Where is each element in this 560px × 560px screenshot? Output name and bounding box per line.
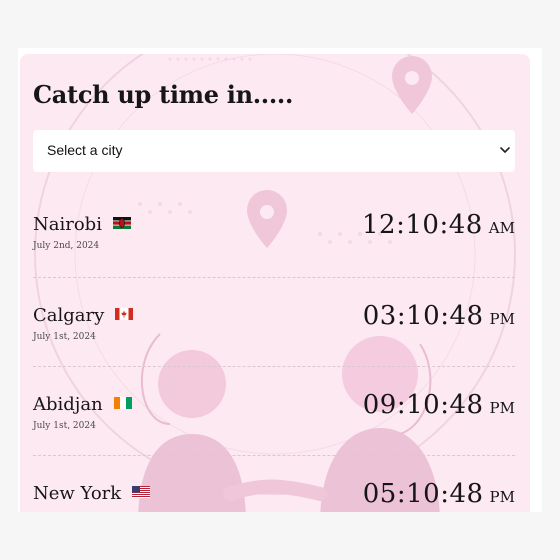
- time-period: PM: [489, 488, 515, 506]
- city-line: Nairobi: [33, 214, 132, 235]
- time-period: PM: [489, 399, 515, 417]
- time-digits: 05:10:48: [362, 479, 484, 509]
- app-viewport: Catch up time in..... Select a city Nair…: [0, 0, 560, 560]
- page-surface: Catch up time in..... Select a city Nair…: [18, 48, 542, 512]
- city-row-calgary: Calgary July 1st, 2024 03:10:48 PM: [33, 277, 515, 367]
- city-row-abidjan: Abidjan July 1st, 2024 09:10:48 PM: [33, 366, 515, 431]
- city-line: New York: [33, 483, 151, 504]
- city-date: July 1st, 2024: [33, 421, 96, 431]
- city-date: July 2nd, 2024: [33, 241, 100, 251]
- time-period: PM: [489, 310, 515, 328]
- city-time: 05:10:48 PM: [363, 479, 515, 509]
- time-digits: 09:10:48: [362, 390, 484, 420]
- kenya-flag-icon: [113, 217, 132, 229]
- city-select[interactable]: Select a city: [33, 130, 515, 172]
- chevron-down-icon: [500, 147, 510, 153]
- city-time: 03:10:48 PM: [363, 301, 515, 331]
- time-digits: 12:10:48: [362, 210, 483, 240]
- city-time: 12:10:48 AM: [362, 210, 515, 240]
- city-name: Nairobi: [33, 214, 102, 235]
- city-name: Abidjan: [33, 394, 103, 415]
- time-card: Catch up time in..... Select a city Nair…: [20, 54, 530, 512]
- usa-flag-icon: [132, 486, 151, 498]
- city-time: 09:10:48 PM: [363, 390, 515, 420]
- city-name: Calgary: [33, 305, 105, 326]
- time-digits: 03:10:48: [362, 301, 484, 331]
- city-date: July 1st, 2024: [33, 332, 96, 342]
- city-line: Abidjan: [33, 394, 132, 415]
- city-name: New York: [33, 483, 122, 504]
- city-line: Calgary: [33, 305, 134, 326]
- city-select-value: Select a city: [47, 142, 123, 158]
- time-period: AM: [488, 219, 515, 237]
- ivory-coast-flag-icon: [113, 397, 132, 409]
- canada-flag-icon: [115, 308, 134, 320]
- page-title: Catch up time in.....: [33, 80, 294, 109]
- city-row-new-york: New York 05:10:48 PM: [33, 455, 515, 512]
